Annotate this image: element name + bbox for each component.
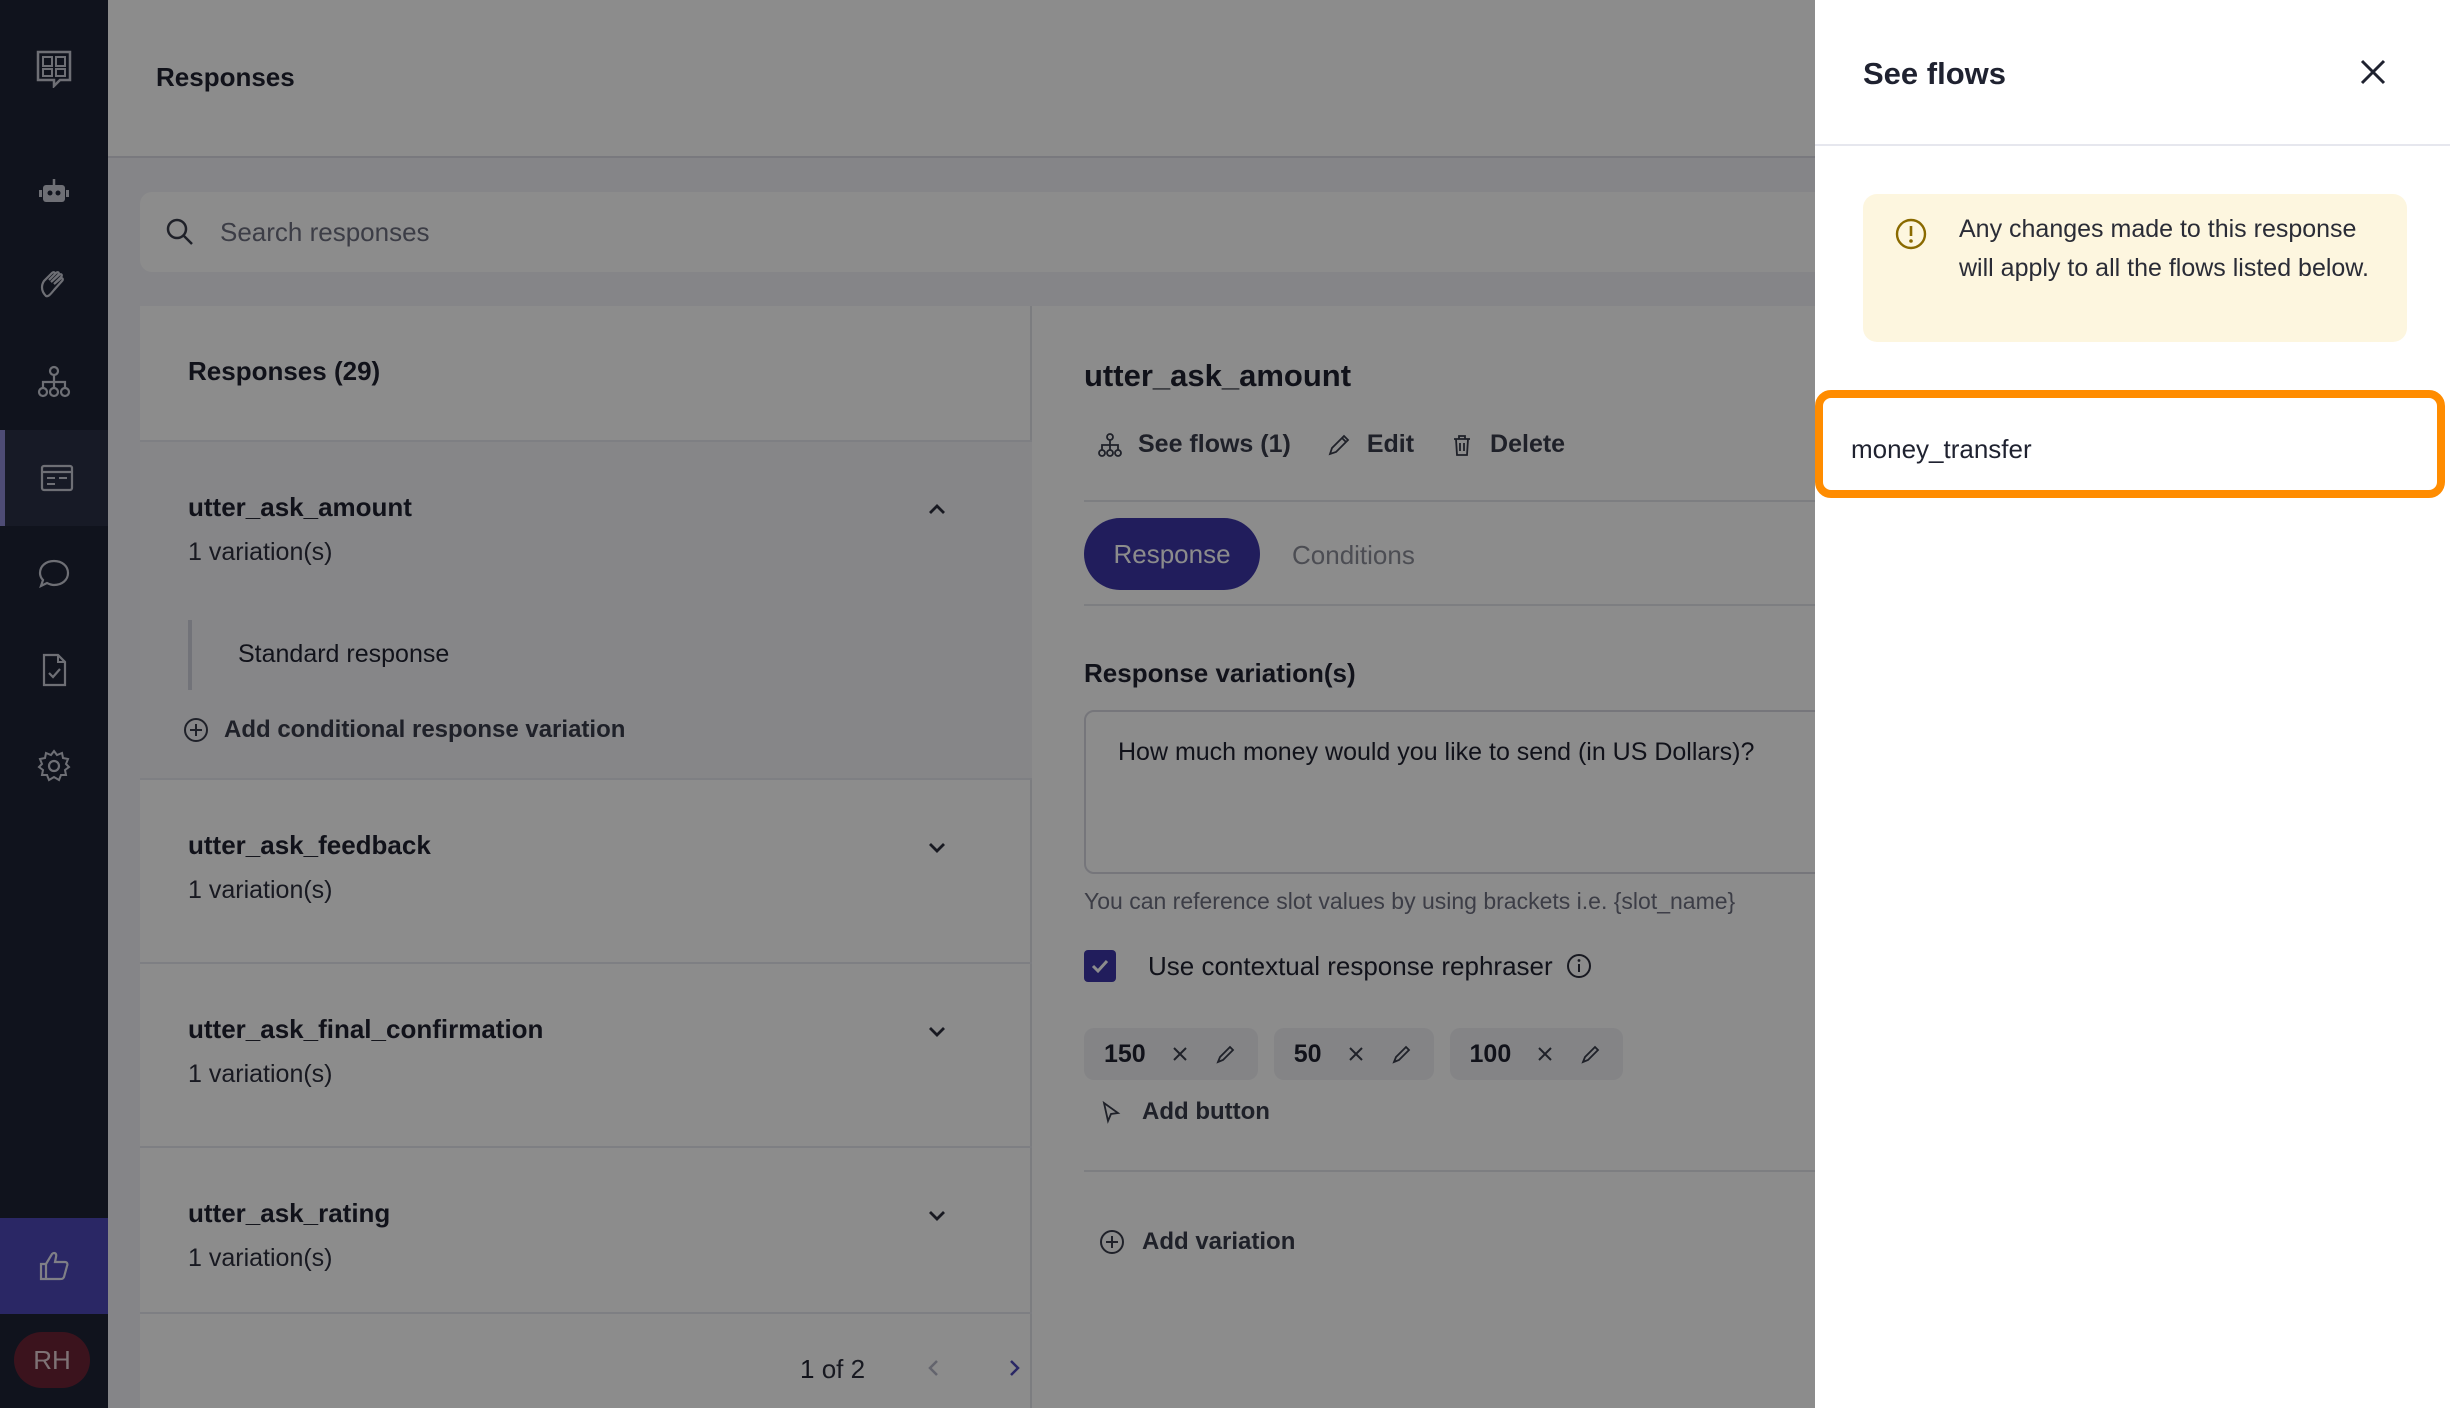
drawer-title: See flows <box>1863 56 2006 91</box>
notice-text: Any changes made to this response will a… <box>1959 215 2369 282</box>
close-icon[interactable] <box>2353 52 2393 92</box>
flow-name: money_transfer <box>1851 434 2032 464</box>
see-flows-drawer: See flows Any changes made to this respo… <box>1815 0 2450 1408</box>
alert-circle-icon <box>1895 218 1927 250</box>
warning-notice: Any changes made to this response will a… <box>1863 194 2407 342</box>
flow-list-item[interactable]: money_transfer <box>1815 390 2445 498</box>
divider <box>1815 144 2450 146</box>
modal-backdrop[interactable] <box>0 0 1815 1408</box>
